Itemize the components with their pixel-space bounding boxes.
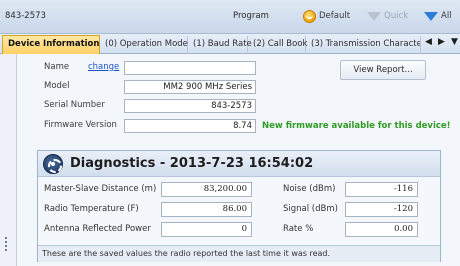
view-report-button[interactable]: View Report... [340, 60, 426, 80]
quick-button-label: Quick [384, 11, 409, 21]
all-arrow-icon [424, 11, 438, 21]
program-label: Program [233, 11, 269, 21]
noise-label: Noise (dBm) [283, 184, 336, 194]
default-button[interactable]: Default [303, 8, 350, 24]
radio-temperature-label: Radio Temperature (F) [44, 204, 139, 214]
signal-value: -120 [345, 202, 418, 217]
quick-arrow-icon [367, 11, 381, 21]
signal-label: Signal (dBm) [283, 204, 338, 214]
tab-menu-icon[interactable]: ▼ [451, 37, 458, 47]
tab-call-book[interactable]: (2) Call Book [248, 36, 307, 54]
name-label: Name [44, 62, 70, 72]
tab-operation-mode[interactable]: (0) Operation Mode [100, 36, 188, 54]
rate-value: 0.00 [345, 222, 418, 237]
model-label: Model [44, 81, 70, 91]
diagnostics-header: Diagnostics - 2013-7-23 16:54:02 [38, 151, 440, 177]
serial-number-label: Serial Number [44, 100, 105, 110]
gear-icon [43, 154, 63, 174]
noise-value: -116 [345, 182, 418, 197]
radio-temperature-value: 86.00 [161, 202, 252, 217]
device-id-label: 843-2573 [5, 11, 46, 21]
name-field[interactable] [124, 61, 256, 75]
default-smiley-icon [303, 9, 316, 23]
firmware-update-notice: New firmware available for this device! [262, 121, 451, 131]
tab-baud-rate[interactable]: (1) Baud Rate [188, 36, 252, 54]
serial-number-value: 843-2573 [124, 99, 256, 113]
master-slave-distance-value: 83,200.00 [161, 182, 252, 197]
rate-label: Rate % [283, 224, 314, 234]
tab-next-icon[interactable]: ▶ [438, 37, 445, 47]
diagnostics-panel: Diagnostics - 2013-7-23 16:54:02 Master-… [37, 150, 441, 262]
antenna-reflected-power-label: Antenna Reflected Power [44, 224, 151, 234]
toolbar: 843-2573 Program Default Quick All [0, 0, 460, 34]
all-button[interactable]: All [424, 8, 452, 24]
left-margin [0, 54, 16, 266]
model-value: MM2 900 MHz Series [124, 80, 256, 94]
quick-button[interactable]: Quick [367, 8, 408, 24]
firmware-version-label: Firmware Version [44, 120, 117, 130]
master-slave-distance-label: Master-Slave Distance (m) [44, 184, 157, 194]
tab-strip: Device Information (0) Operation Mode (1… [0, 34, 460, 54]
resize-grip-icon[interactable] [5, 237, 7, 251]
tab-prev-icon[interactable]: ◀ [425, 37, 432, 47]
tab-transmission-characteristics[interactable]: (3) Transmission Characterist [306, 36, 421, 54]
antenna-reflected-power-value: 0 [161, 222, 252, 237]
diagnostics-status-bar: These are the saved values the radio rep… [38, 245, 440, 262]
default-button-label: Default [319, 11, 351, 21]
tab-device-information[interactable]: Device Information [2, 35, 100, 54]
change-name-link[interactable]: change [88, 62, 119, 72]
firmware-version-value: 8.74 [124, 119, 256, 133]
diagnostics-title: Diagnostics - 2013-7-23 16:54:02 [70, 156, 314, 171]
all-button-label: All [441, 11, 452, 21]
